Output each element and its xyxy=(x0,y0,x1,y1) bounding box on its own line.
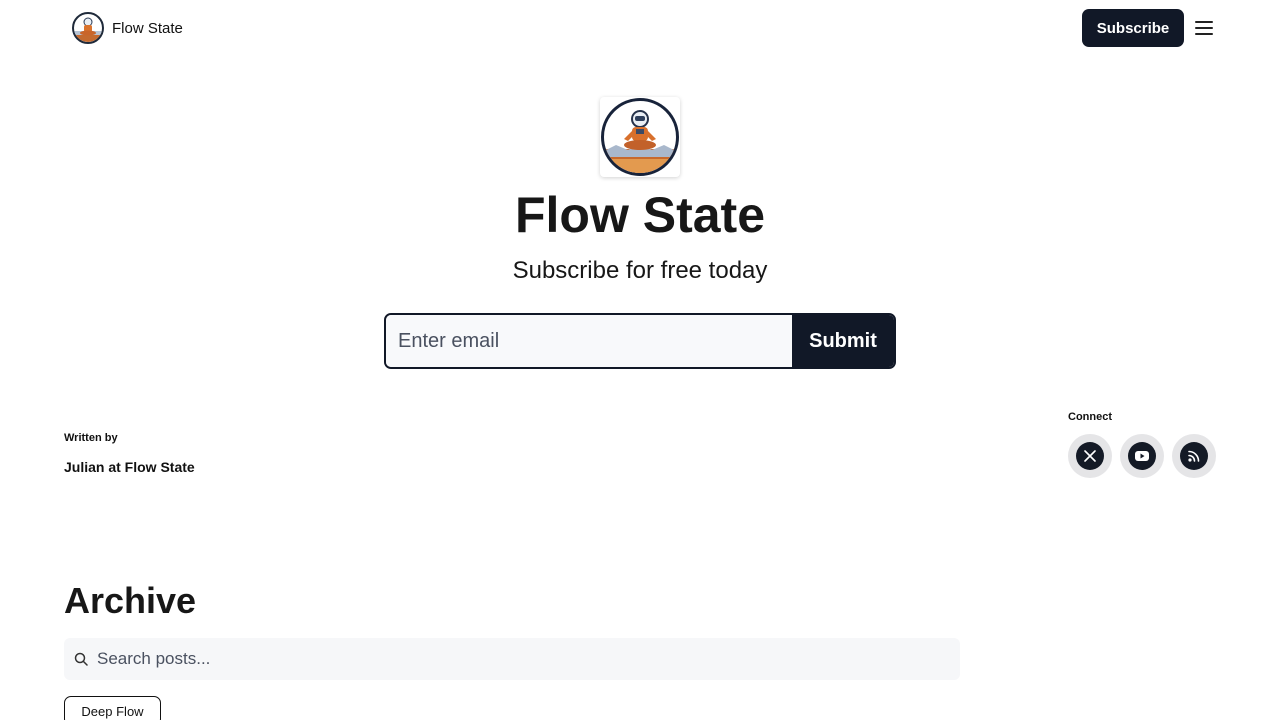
author-name[interactable]: Julian at Flow State xyxy=(64,459,195,475)
hamburger-menu-icon[interactable] xyxy=(1192,17,1216,39)
rss-icon xyxy=(1180,442,1208,470)
search-box xyxy=(64,638,960,680)
brand-name: Flow State xyxy=(112,19,183,37)
youtube-icon xyxy=(1128,442,1156,470)
social-links xyxy=(1068,434,1216,478)
connect-label: Connect xyxy=(1068,411,1112,423)
subscribe-button[interactable]: Subscribe xyxy=(1082,9,1184,47)
publication-subtitle: Subscribe for free today xyxy=(512,257,768,284)
search-input[interactable] xyxy=(97,649,960,669)
top-nav: Flow State Subscribe xyxy=(0,0,1280,56)
rss-link[interactable] xyxy=(1172,434,1216,478)
brand-link[interactable]: Flow State xyxy=(72,12,183,44)
x-twitter-link[interactable] xyxy=(1068,434,1112,478)
search-icon xyxy=(74,652,88,666)
meditating-astronaut-icon xyxy=(601,98,679,176)
subscribe-form: Submit xyxy=(384,313,896,369)
email-input[interactable] xyxy=(386,315,792,367)
brand-logo-icon xyxy=(72,12,104,44)
x-twitter-icon xyxy=(1076,442,1104,470)
publication-logo xyxy=(600,97,680,177)
publication-title: Flow State xyxy=(514,187,766,243)
archive-heading: Archive xyxy=(64,580,197,621)
youtube-link[interactable] xyxy=(1120,434,1164,478)
submit-button[interactable]: Submit xyxy=(792,315,894,367)
written-by-label: Written by xyxy=(64,432,118,444)
tag-deep-flow[interactable]: Deep Flow xyxy=(64,696,161,720)
